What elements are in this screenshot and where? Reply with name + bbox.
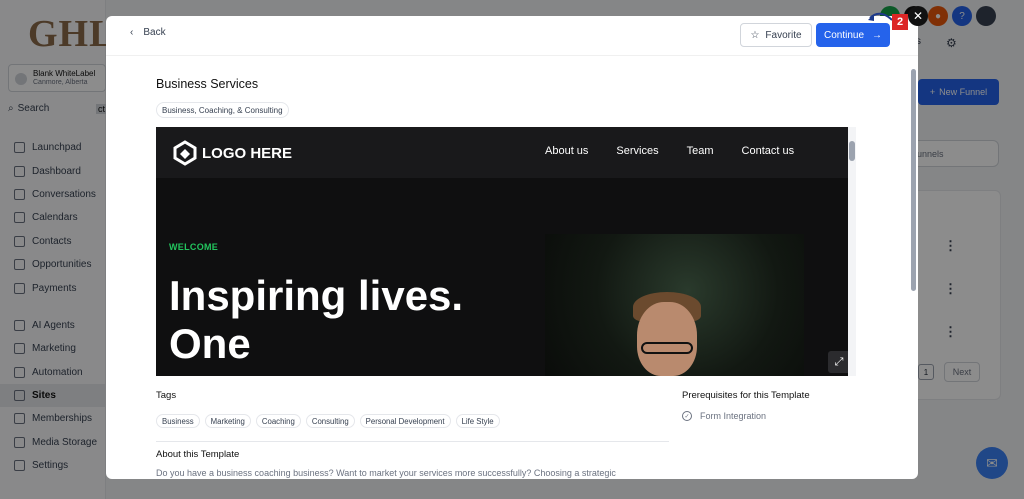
prerequisite-item: ✓ Form Integration bbox=[682, 411, 766, 421]
preview-welcome: WELCOME bbox=[169, 242, 219, 252]
photo-glasses bbox=[641, 342, 693, 354]
expand-icon[interactable]: ⤢ bbox=[828, 351, 848, 373]
check-circle-icon: ✓ bbox=[682, 411, 692, 421]
preview-nav-about: About us bbox=[545, 145, 589, 157]
prerequisites-heading: Prerequisites for this Template bbox=[682, 390, 810, 401]
preview-nav-services: Services bbox=[616, 145, 659, 157]
prerequisite-label: Form Integration bbox=[700, 411, 767, 421]
back-label: Back bbox=[143, 27, 166, 38]
tag-chip: Personal Development bbox=[359, 414, 451, 428]
section-divider bbox=[156, 441, 669, 442]
preview-scroll-thumb[interactable] bbox=[849, 141, 855, 161]
photo-face bbox=[637, 302, 697, 376]
about-heading: About this Template bbox=[156, 449, 240, 460]
arrow-right-icon: → bbox=[872, 29, 883, 41]
tag-chip: Coaching bbox=[255, 414, 301, 428]
preview-nav-links: About us Services Team Contact us bbox=[545, 145, 794, 157]
favorite-button[interactable]: ☆ Favorite bbox=[740, 23, 812, 47]
template-preview[interactable]: LOGO HERE About us Services Team Contact… bbox=[156, 127, 848, 376]
preview-hero-image bbox=[545, 234, 804, 376]
tags-heading: Tags bbox=[156, 390, 177, 401]
close-icon[interactable]: ✕ bbox=[908, 6, 928, 26]
annotation-arrow-icon bbox=[868, 12, 893, 21]
template-title: Business Services bbox=[156, 77, 259, 91]
modal-header: ‹ Back ☆ Favorite Continue → bbox=[106, 16, 918, 56]
preview-nav-contact: Contact us bbox=[741, 145, 795, 157]
preview-logo: LOGO HERE bbox=[172, 140, 292, 166]
preview-scrollbar[interactable] bbox=[848, 127, 856, 376]
preview-hero-text: Inspiring lives. One bbox=[169, 272, 464, 367]
template-preview-modal: ‹ Back ☆ Favorite Continue → Business Se… bbox=[106, 16, 918, 479]
tag-chip: Business bbox=[156, 414, 200, 428]
tag-chip: Life Style bbox=[455, 414, 500, 428]
preview-navbar: LOGO HERE About us Services Team Contact… bbox=[156, 127, 848, 178]
chevron-left-icon: ‹ bbox=[130, 27, 134, 38]
tags-list: Business Marketing Coaching Consulting P… bbox=[156, 414, 500, 428]
preview-logo-text: LOGO HERE bbox=[202, 144, 293, 162]
back-button[interactable]: ‹ Back bbox=[130, 27, 166, 38]
modal-scrollbar[interactable] bbox=[909, 61, 918, 479]
category-chip: Business, Coaching, & Consulting bbox=[156, 102, 289, 118]
about-text: Do you have a business coaching business… bbox=[156, 468, 616, 478]
continue-label: Continue bbox=[823, 29, 865, 41]
tag-chip: Consulting bbox=[305, 414, 355, 428]
step-number-badge: 2 bbox=[892, 14, 908, 30]
tag-chip: Marketing bbox=[204, 414, 251, 428]
hexagon-logo-icon bbox=[173, 140, 197, 166]
star-icon: ☆ bbox=[750, 29, 760, 41]
modal-scroll-thumb[interactable] bbox=[911, 69, 916, 291]
preview-nav-team: Team bbox=[686, 145, 714, 157]
continue-button[interactable]: Continue → bbox=[816, 23, 890, 47]
favorite-label: Favorite bbox=[765, 29, 802, 41]
